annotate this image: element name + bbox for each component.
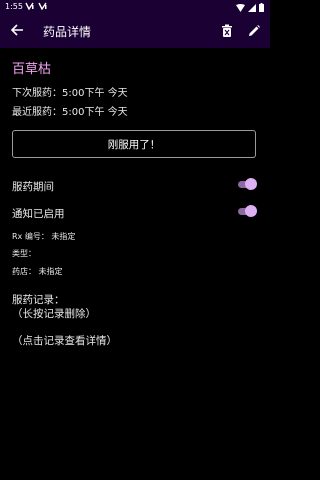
rx-number-text: Rx 编号： 未指定	[12, 232, 76, 241]
edit-pencil-icon[interactable]	[247, 23, 261, 37]
last-dose-text: 最近服药：5:00下午 今天	[12, 107, 128, 118]
switch-thumb	[245, 178, 257, 190]
type-text: 类型：	[12, 249, 36, 258]
network-icon	[25, 2, 34, 12]
wifi-icon	[236, 3, 245, 14]
app-bar: 药品详情	[0, 14, 270, 48]
status-time: 1:55	[5, 2, 23, 11]
status-bar: 1:55	[0, 0, 270, 14]
medication-name: 百草枯	[12, 62, 52, 77]
network-icon-2	[38, 2, 47, 12]
notify-switch[interactable]	[236, 205, 257, 217]
page-title: 药品详情	[43, 25, 92, 39]
status-right	[236, 3, 264, 14]
records-hint-view: （点击记录查看详情）	[12, 335, 117, 347]
signal-icon	[248, 3, 256, 14]
records-hint-delete: （长按记录删除）	[12, 308, 96, 320]
records-title: 服药记录：	[12, 294, 65, 306]
switch-thumb	[245, 205, 257, 217]
pharmacy-text: 药店： 未指定	[12, 267, 63, 276]
notify-label: 通知已启用	[12, 208, 65, 220]
period-label: 服药期间	[12, 181, 54, 193]
back-arrow-icon[interactable]	[9, 22, 25, 38]
period-switch[interactable]	[236, 178, 257, 190]
next-dose-text: 下次服药：5:00下午 今天	[12, 88, 128, 99]
battery-icon	[259, 3, 264, 14]
taken-now-button[interactable]: 刚服用了！	[12, 130, 256, 158]
delete-icon[interactable]	[220, 23, 234, 37]
